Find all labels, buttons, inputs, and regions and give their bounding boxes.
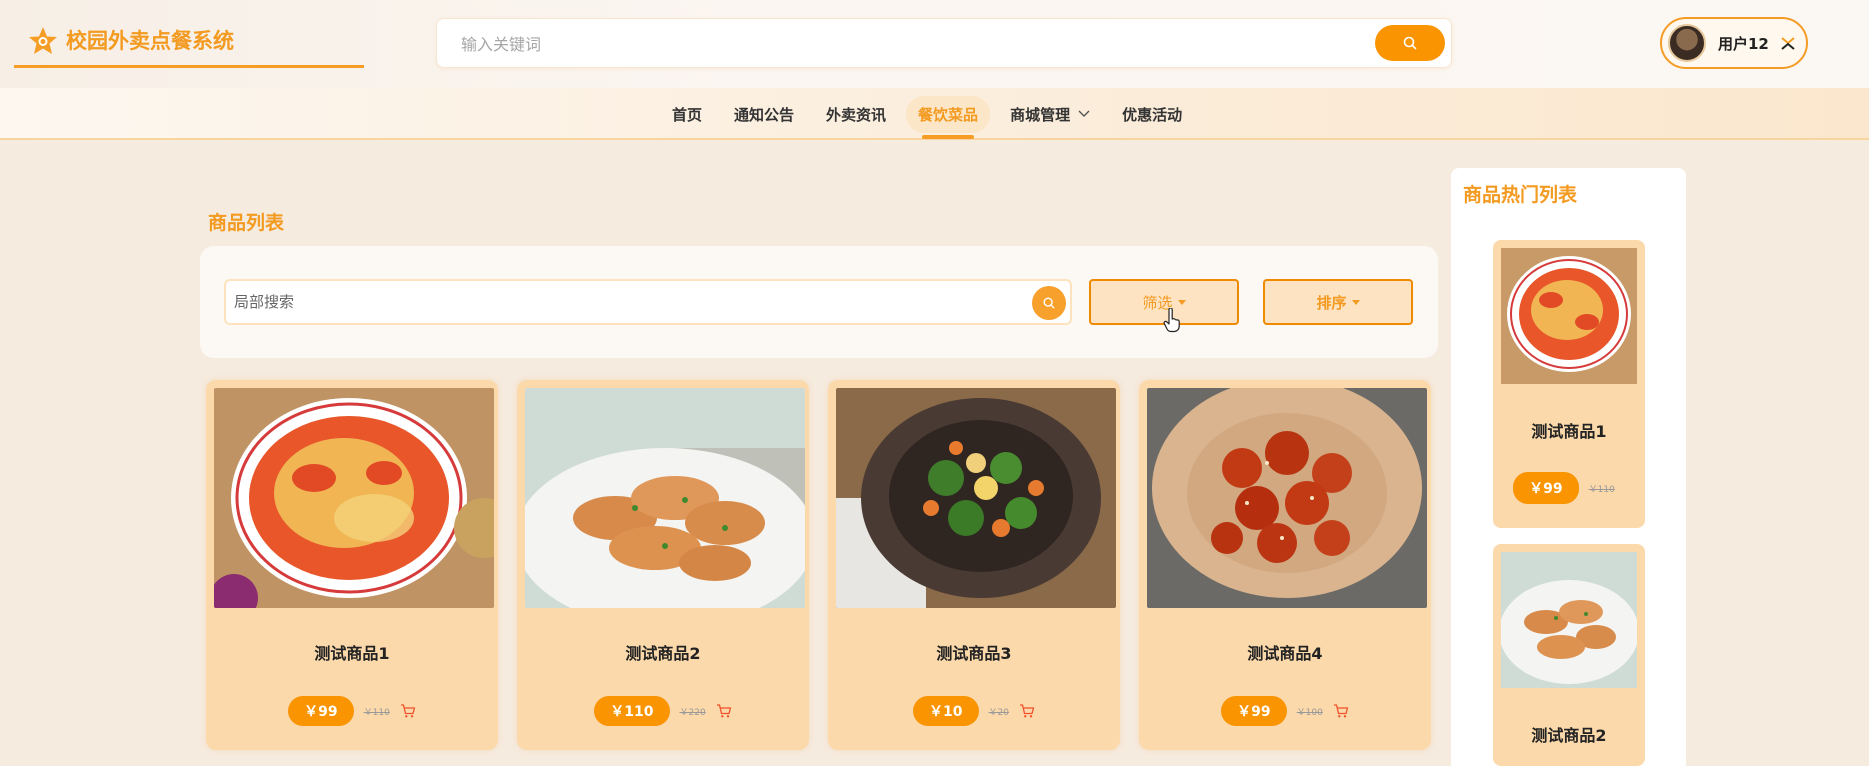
hot-products-panel: 商品热门列表 测试商品1 ￥99 ￥110 测试商品2 bbox=[1451, 168, 1686, 766]
app-title: 校园外卖点餐系统 bbox=[66, 29, 234, 53]
cart-icon[interactable] bbox=[716, 703, 732, 719]
caret-down-icon bbox=[1177, 299, 1186, 305]
sort-button-label: 排序 bbox=[1316, 293, 1347, 312]
global-search-input[interactable] bbox=[461, 31, 1361, 57]
nav-item-label: 通知公告 bbox=[734, 105, 795, 124]
cart-icon[interactable] bbox=[400, 703, 416, 719]
product-name: 测试商品2 bbox=[625, 644, 701, 663]
product-name: 测试商品3 bbox=[936, 644, 1012, 663]
nav-item-label: 餐饮菜品 bbox=[918, 105, 979, 124]
page-title: 商品列表 bbox=[208, 212, 285, 234]
fried-shrimp-image bbox=[525, 388, 805, 608]
nav-item-label: 优惠活动 bbox=[1122, 105, 1183, 124]
broccoli-stirfry-image bbox=[836, 388, 1116, 608]
search-icon bbox=[1403, 36, 1417, 50]
hand-cursor-icon bbox=[1163, 308, 1180, 333]
filter-bar: 筛选 排序 bbox=[200, 246, 1438, 358]
hot-product-card[interactable]: 测试商品1 ￥99 ￥110 bbox=[1493, 240, 1645, 528]
swap-icon[interactable] bbox=[1779, 34, 1797, 52]
product-image[interactable] bbox=[214, 388, 494, 608]
hot-products-title: 商品热门列表 bbox=[1463, 184, 1578, 206]
product-price: ￥99 bbox=[288, 696, 354, 726]
sweet-sour-pork-image bbox=[1147, 388, 1427, 608]
nav-item-mall-management[interactable]: 商城管理 bbox=[998, 96, 1102, 133]
nav-item-news[interactable]: 外卖资讯 bbox=[814, 96, 898, 133]
product-card[interactable]: 测试商品1 ￥99 ￥110 bbox=[206, 380, 498, 750]
local-search-input[interactable] bbox=[234, 290, 994, 314]
product-price: ￥99 bbox=[1221, 696, 1287, 726]
product-old-price: ￥100 bbox=[1296, 707, 1323, 718]
product-old-price: ￥110 bbox=[363, 707, 390, 718]
chevron-down-icon bbox=[1078, 110, 1090, 117]
product-old-price: ￥20 bbox=[988, 707, 1009, 718]
user-menu[interactable]: 用户12 bbox=[1660, 17, 1808, 69]
nav-item-notices[interactable]: 通知公告 bbox=[722, 96, 806, 133]
nav-item-label: 外卖资讯 bbox=[826, 105, 887, 124]
avatar bbox=[1668, 24, 1706, 62]
product-card[interactable]: 测试商品3 ￥10 ￥20 bbox=[828, 380, 1120, 750]
product-name: 测试商品1 bbox=[314, 644, 390, 663]
hot-product-card[interactable]: 测试商品2 bbox=[1493, 544, 1645, 766]
tomato-egg-dish-image bbox=[1501, 248, 1637, 384]
hot-product-image[interactable] bbox=[1501, 248, 1637, 384]
local-search-button[interactable] bbox=[1032, 286, 1066, 320]
product-card[interactable]: 测试商品4 ￥99 ￥100 bbox=[1139, 380, 1431, 750]
hot-product-name: 测试商品1 bbox=[1531, 422, 1607, 441]
product-name: 测试商品4 bbox=[1247, 644, 1323, 663]
header: 校园外卖点餐系统 用户12 bbox=[0, 0, 1869, 88]
product-image[interactable] bbox=[836, 388, 1116, 608]
product-image[interactable] bbox=[525, 388, 805, 608]
product-price: ￥110 bbox=[594, 696, 670, 726]
fried-shrimp-image bbox=[1501, 552, 1637, 688]
nav-item-label: 商城管理 bbox=[1010, 105, 1071, 124]
search-icon bbox=[1043, 297, 1055, 309]
logo[interactable]: 校园外卖点餐系统 bbox=[14, 26, 364, 68]
nav-item-label: 首页 bbox=[672, 105, 703, 124]
sort-button[interactable]: 排序 bbox=[1263, 279, 1413, 325]
nav-item-dishes[interactable]: 餐饮菜品 bbox=[906, 95, 991, 133]
tomato-egg-dish-image bbox=[214, 388, 494, 608]
product-card[interactable]: 测试商品2 ￥110 ￥220 bbox=[517, 380, 809, 750]
star-logo-icon bbox=[29, 27, 57, 54]
global-search bbox=[436, 18, 1452, 68]
hot-product-old-price: ￥110 bbox=[1588, 484, 1615, 495]
nav-item-promotions[interactable]: 优惠活动 bbox=[1110, 96, 1194, 133]
product-old-price: ￥220 bbox=[679, 707, 706, 718]
caret-down-icon bbox=[1351, 299, 1360, 305]
hot-product-price: ￥99 bbox=[1513, 472, 1579, 504]
user-name: 用户12 bbox=[1718, 34, 1769, 53]
local-search bbox=[224, 279, 1072, 325]
nav-item-home[interactable]: 首页 bbox=[660, 96, 714, 133]
main-nav: 首页 通知公告 外卖资讯 餐饮菜品 商城管理 优惠活动 bbox=[0, 88, 1869, 140]
product-grid: 测试商品1 ￥99 ￥110 测试商品2 ￥110 ￥220 测试商品3 ￥10… bbox=[206, 380, 1434, 766]
hot-product-name: 测试商品2 bbox=[1531, 726, 1607, 745]
cart-icon[interactable] bbox=[1019, 703, 1035, 719]
product-price: ￥10 bbox=[913, 696, 979, 726]
cart-icon[interactable] bbox=[1333, 703, 1349, 719]
global-search-button[interactable] bbox=[1375, 25, 1445, 61]
product-image[interactable] bbox=[1147, 388, 1427, 608]
hot-product-image[interactable] bbox=[1501, 552, 1637, 688]
